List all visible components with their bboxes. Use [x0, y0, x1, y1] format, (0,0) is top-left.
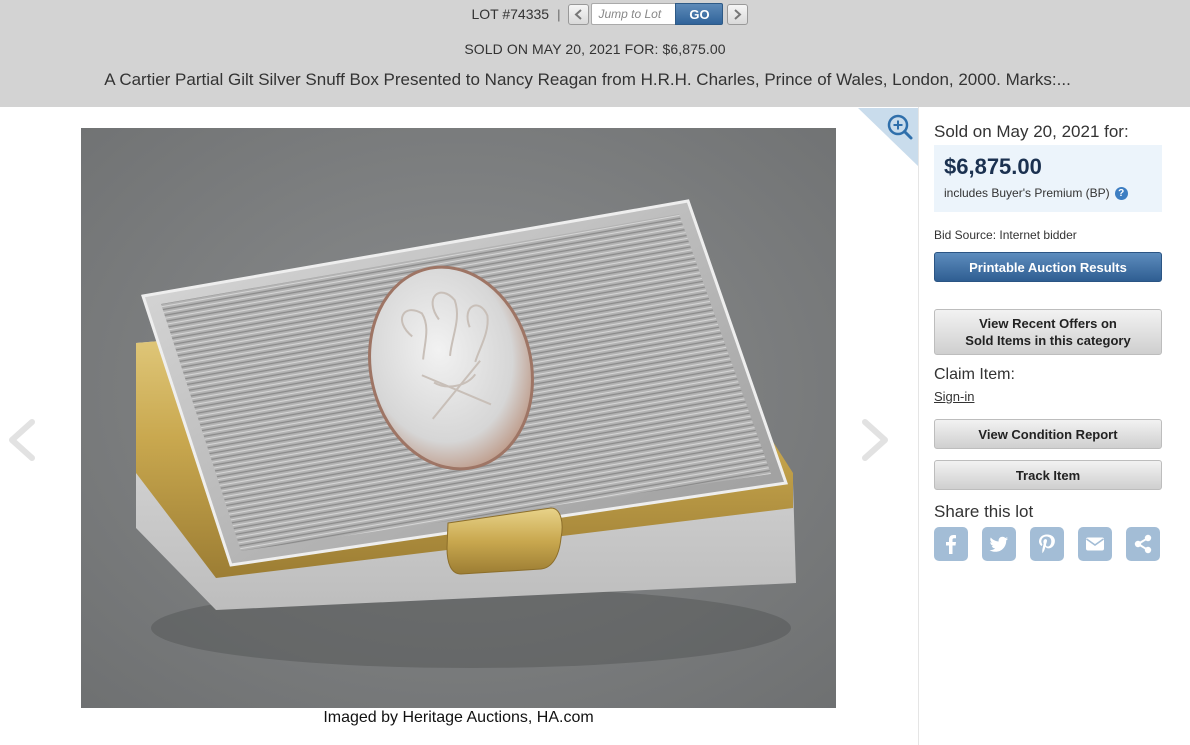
bid-source: Bid Source: Internet bidder: [934, 228, 1077, 242]
content-divider: [918, 107, 919, 745]
facebook-share-button[interactable]: [934, 527, 968, 561]
share-icon: [1134, 534, 1152, 554]
sign-in-link[interactable]: Sign-in: [934, 389, 974, 404]
twitter-share-button[interactable]: [982, 527, 1016, 561]
previous-lot-button[interactable]: [568, 3, 590, 25]
claim-item-heading: Claim Item:: [934, 366, 1015, 383]
buyers-premium-text: includes Buyer's Premium (BP): [944, 186, 1110, 200]
lot-header: LOT #74335 | GO SOLD ON MAY 20, 2021 FOR…: [0, 0, 1190, 107]
share-buttons: [934, 527, 1162, 563]
chevron-left-icon: [574, 8, 583, 20]
lot-navigation: LOT #74335 | GO: [0, 3, 1190, 25]
recent-offers-line-1: View Recent Offers on: [979, 316, 1117, 331]
help-icon[interactable]: ?: [1114, 186, 1128, 200]
email-icon: [1086, 537, 1104, 551]
facebook-icon: [946, 535, 956, 554]
sold-price: $6,875.00: [944, 154, 1042, 179]
sold-summary: SOLD ON MAY 20, 2021 FOR: $6,875.00: [464, 41, 726, 57]
previous-image-arrow-icon[interactable]: [4, 418, 38, 462]
pinterest-icon: [1039, 534, 1055, 554]
view-recent-offers-button[interactable]: View Recent Offers on Sold Items in this…: [934, 309, 1162, 355]
email-share-button[interactable]: [1078, 527, 1112, 561]
go-button[interactable]: GO: [675, 3, 724, 25]
lot-number: LOT #74335: [471, 6, 550, 22]
next-lot-button[interactable]: [727, 3, 749, 25]
printable-auction-results-button[interactable]: Printable Auction Results: [934, 252, 1162, 282]
view-condition-report-button[interactable]: View Condition Report: [934, 419, 1162, 449]
pinterest-share-button[interactable]: [1030, 527, 1064, 561]
recent-offers-line-2: Sold Items in this category: [965, 333, 1131, 348]
zoom-in-icon[interactable]: [858, 108, 918, 166]
image-credit: Imaged by Heritage Auctions, HA.com: [323, 709, 594, 726]
next-image-arrow-icon[interactable]: [859, 418, 893, 462]
price-box: $6,875.00 includes Buyer's Premium (BP) …: [934, 145, 1162, 212]
lot-separator: |: [557, 6, 561, 22]
snuff-box-image: [81, 128, 836, 708]
share-heading: Share this lot: [934, 502, 1034, 521]
lot-photo[interactable]: [81, 128, 836, 708]
sold-on-label: Sold on May 20, 2021 for:: [934, 122, 1129, 141]
buyers-premium-note: includes Buyer's Premium (BP) ?: [944, 186, 1128, 200]
lot-title: A Cartier Partial Gilt Silver Snuff Box …: [104, 70, 1071, 89]
twitter-icon: [989, 536, 1008, 552]
jump-to-lot-input[interactable]: [591, 3, 676, 25]
track-item-button[interactable]: Track Item: [934, 460, 1162, 490]
chevron-right-icon: [734, 8, 742, 20]
generic-share-button[interactable]: [1126, 527, 1160, 561]
